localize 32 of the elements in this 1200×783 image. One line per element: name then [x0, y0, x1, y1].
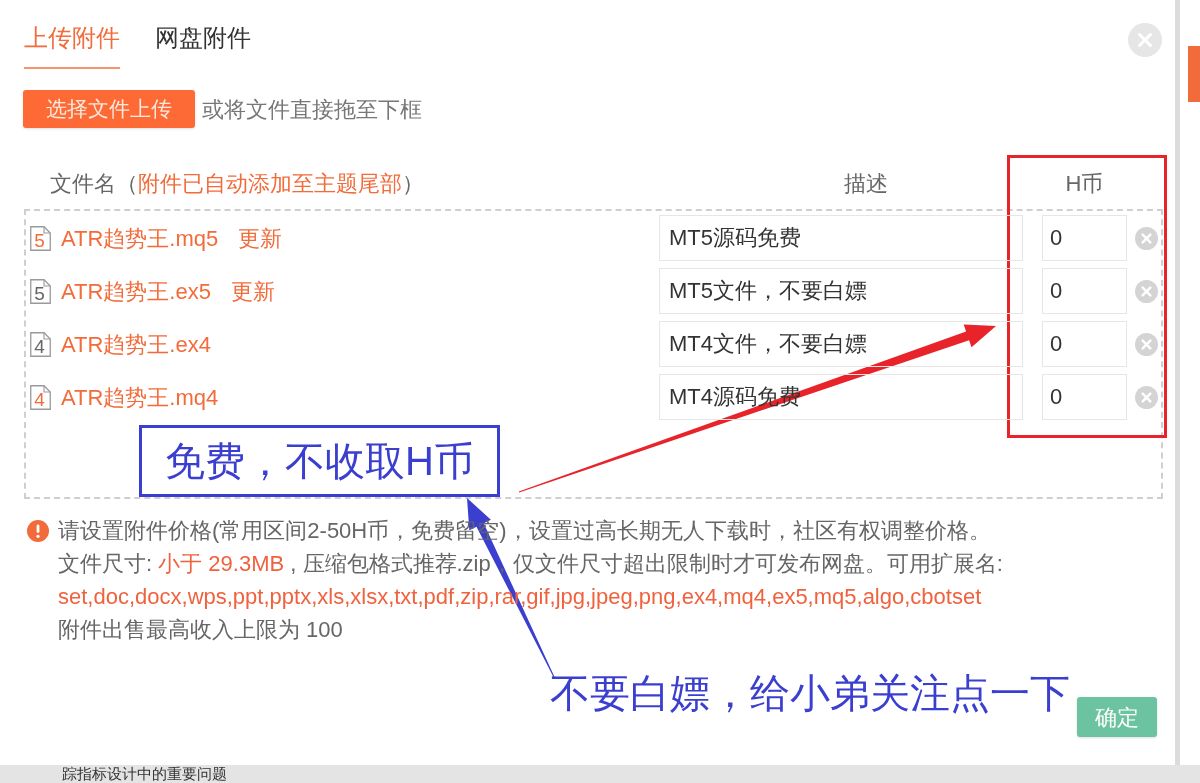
- tab[interactable]: 网盘附件: [155, 23, 251, 69]
- income-note: 附件出售最高收入上限为 100: [58, 616, 344, 644]
- annotation-label: 免费，不收取H币: [139, 425, 500, 497]
- annotation-text: 不要白嫖，给小弟关注点一下: [550, 670, 1070, 716]
- file-name: ATR趋势王.mq4: [61, 383, 219, 412]
- page-side-bar: [1188, 46, 1200, 102]
- file-icon: 4: [30, 384, 51, 410]
- price-field[interactable]: 0: [1042, 321, 1127, 367]
- file-name: ATR趋势王.ex5: [61, 277, 211, 306]
- page-heading: 踪指标设计中的重要问题: [62, 765, 227, 783]
- column-header: H币: [1065, 171, 1104, 197]
- warning-icon: [27, 520, 49, 542]
- file-icon: 5: [30, 278, 51, 304]
- close-icon[interactable]: [1135, 279, 1158, 303]
- close-icon[interactable]: [1135, 226, 1158, 250]
- column-header: 文件名（附件已自动添加至主题尾部）: [50, 170, 424, 196]
- close-icon[interactable]: [1128, 23, 1162, 57]
- size-note: 文件尺寸: 小于 29.3MB , 压缩包格式推荐.zip，仅文件尺寸超出限制时才可发布网盘。可用扩展名:: [58, 550, 1003, 578]
- file-icon: 5: [30, 225, 51, 251]
- file-name: ATR趋势王.ex4: [61, 330, 211, 359]
- column-header: 描述: [844, 171, 888, 197]
- price-field[interactable]: 0: [1042, 215, 1127, 261]
- description-field[interactable]: MT5源码免费: [659, 215, 1023, 261]
- description-field[interactable]: MT4文件，不要白嫖: [659, 321, 1023, 367]
- description-field[interactable]: MT5文件，不要白嫖: [659, 268, 1023, 314]
- file-icon: 4: [30, 331, 51, 357]
- close-icon[interactable]: [1135, 385, 1158, 409]
- file-name: ATR趋势王.mq5: [61, 224, 219, 253]
- price-field[interactable]: 0: [1042, 374, 1127, 420]
- price-field[interactable]: 0: [1042, 268, 1127, 314]
- drop-hint: 或将文件直接拖至下框: [202, 95, 422, 124]
- close-icon[interactable]: [1135, 332, 1158, 356]
